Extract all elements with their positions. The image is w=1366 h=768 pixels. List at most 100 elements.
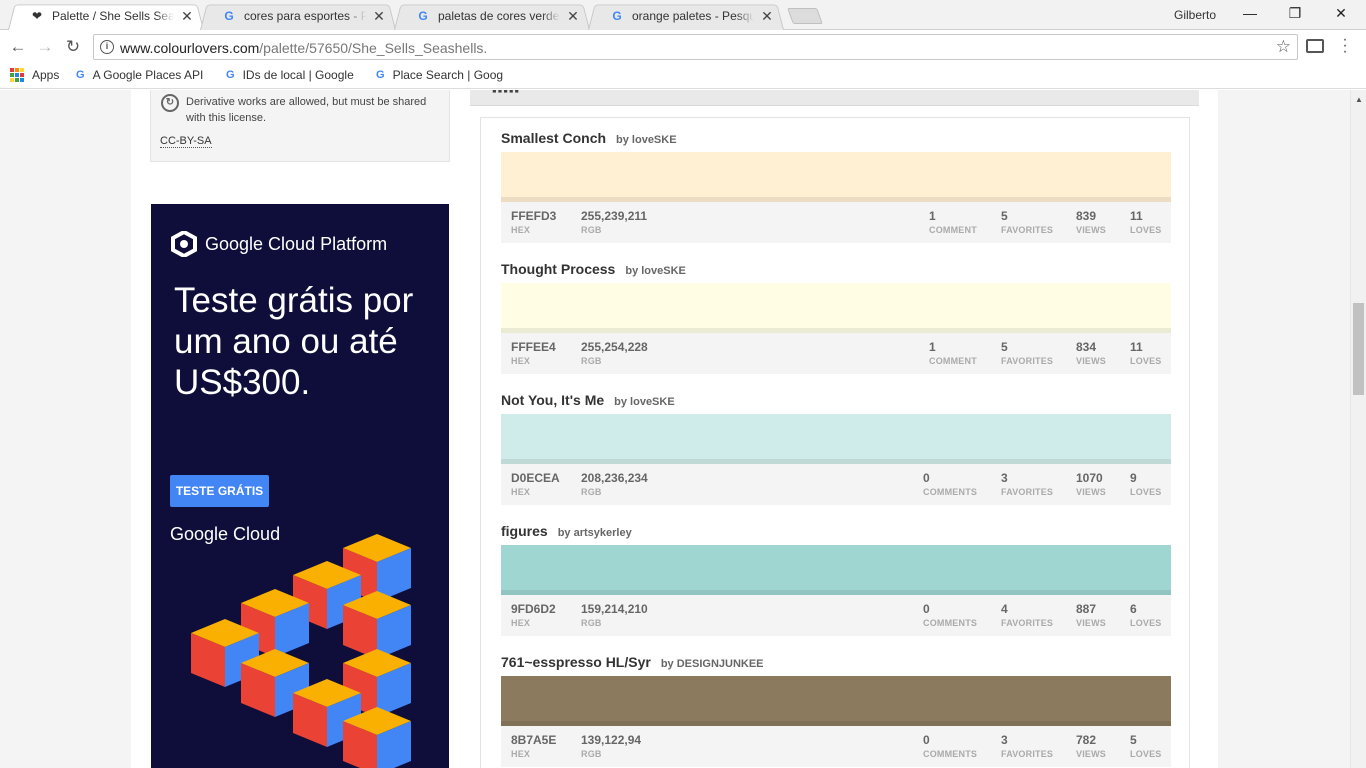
google-icon: G: [376, 69, 385, 81]
comments-value: 1: [929, 209, 936, 223]
loves-label: LOVES: [1130, 225, 1162, 235]
color-stats: D0ECEA HEX 208,236,234 RGB 0 COMMENTS 3 FAVO…: [501, 464, 1171, 505]
color-item[interactable]: Not You, It's Me by loveSKE D0ECEA HEX 20…: [501, 392, 1171, 505]
close-icon[interactable]: ✕: [566, 8, 580, 25]
colors-section-header: ▪▪▪▪▪: [470, 90, 1199, 106]
color-author-link[interactable]: by DESIGNJUNKEE: [661, 658, 764, 670]
loves-label: LOVES: [1130, 487, 1162, 497]
google-icon: G: [76, 69, 85, 81]
bookmarks-bar: Apps G A Google Places API V G IDs de lo…: [0, 63, 1366, 89]
section-title-clipped: ▪▪▪▪▪: [492, 90, 521, 98]
scroll-up-icon[interactable]: ▲: [1355, 95, 1363, 104]
minimize-icon[interactable]: —: [1240, 5, 1260, 21]
loves-label: LOVES: [1130, 356, 1162, 366]
cast-icon[interactable]: [1306, 39, 1324, 53]
google-icon: G: [224, 9, 234, 23]
address-bar[interactable]: i www.colourlovers.com/palette/57650/She…: [93, 34, 1298, 60]
forward-icon[interactable]: →: [34, 36, 56, 58]
color-swatch[interactable]: [501, 545, 1171, 595]
tab-title: paletas de cores verdes - Pesquisa Googl…: [438, 9, 560, 23]
apps-grid-icon: [10, 68, 24, 82]
views-label: VIEWS: [1076, 487, 1107, 497]
color-swatch[interactable]: [501, 676, 1171, 726]
favorites-value: 3: [1001, 471, 1008, 485]
views-value: 839: [1076, 209, 1097, 223]
reload-icon[interactable]: ↻: [62, 36, 84, 58]
rgb-value: 208,236,234: [581, 471, 648, 485]
loves-value: 6: [1130, 602, 1137, 616]
color-swatch[interactable]: [501, 283, 1171, 333]
color-author-link[interactable]: by loveSKE: [614, 396, 675, 408]
bookmark-place-search[interactable]: G Place Search | Goog: [376, 68, 510, 82]
tab-orange-paletes[interactable]: G orange paletes - Pesquisa Google ✕: [588, 2, 784, 31]
close-icon[interactable]: ✕: [372, 8, 386, 25]
color-author-link[interactable]: by artsykerley: [558, 527, 632, 539]
loves-label: LOVES: [1130, 749, 1162, 759]
tab-palette[interactable]: ❤ Palette / She Sells Seashells ✕: [8, 2, 204, 31]
hex-label: HEX: [511, 225, 531, 235]
restore-icon[interactable]: ❐: [1285, 5, 1305, 22]
color-author-link[interactable]: by loveSKE: [616, 134, 677, 146]
hex-value: 9FD6D2: [511, 602, 556, 616]
ad-brand: Google Cloud Platform: [205, 233, 388, 254]
color-name-link[interactable]: Smallest Conch: [501, 130, 606, 146]
close-icon[interactable]: ✕: [760, 8, 774, 25]
comments-value: 1: [929, 340, 936, 354]
favorites-value: 4: [1001, 602, 1008, 616]
color-item[interactable]: figures by artsykerley 9FD6D2 HEX 159,214…: [501, 523, 1171, 636]
google-cloud-ad[interactable]: Google Cloud Platform Teste grátis por u…: [151, 204, 449, 768]
colors-list: Smallest Conch by loveSKE FFEFD3 HEX 255,…: [480, 117, 1190, 768]
hex-label: HEX: [511, 487, 531, 497]
cubes-illustration: [191, 534, 411, 768]
rgb-label: RGB: [581, 618, 602, 628]
comments-value: 0: [923, 602, 930, 616]
comments-label: COMMENTS: [923, 749, 978, 759]
page-viewport: ↻ Derivative works are allowed, but must…: [0, 90, 1350, 768]
bookmark-label: Place Search | Goog: [392, 68, 504, 82]
ad-cta-button[interactable]: TESTE GRÁTIS: [170, 475, 269, 507]
info-icon[interactable]: i: [100, 40, 114, 54]
close-icon[interactable]: ✕: [180, 8, 194, 25]
tab-title: Palette / She Sells Seashells: [52, 9, 174, 23]
rgb-value: 255,254,228: [581, 340, 648, 354]
color-item[interactable]: 761~esspresso HL/Syr by DESIGNJUNKEE 8B7…: [501, 654, 1171, 767]
menu-icon[interactable]: · · ·: [1340, 32, 1350, 60]
color-author-link[interactable]: by loveSKE: [625, 265, 686, 277]
color-item[interactable]: Smallest Conch by loveSKE FFEFD3 HEX 255,…: [501, 130, 1171, 243]
color-name-link[interactable]: 761~esspresso HL/Syr: [501, 654, 651, 670]
tab-paletas-verdes[interactable]: G paletas de cores verdes - Pesquisa Goo…: [394, 2, 590, 31]
favorites-label: FAVORITES: [1001, 749, 1054, 759]
views-label: VIEWS: [1076, 749, 1107, 759]
page-scrollbar[interactable]: ▲: [1350, 90, 1366, 768]
color-item[interactable]: Thought Process by loveSKE FFFEE4 HEX 255…: [501, 261, 1171, 374]
color-name-link[interactable]: figures: [501, 523, 548, 539]
bookmark-star-icon[interactable]: ☆: [1276, 37, 1291, 57]
url-text[interactable]: www.colourlovers.com/palette/57650/She_S…: [120, 40, 487, 56]
tab-cores-esportes[interactable]: G cores para esportes - Pesquisa Google …: [200, 2, 396, 31]
color-swatch[interactable]: [501, 414, 1171, 464]
bookmark-places-api[interactable]: G A Google Places API V: [76, 68, 206, 82]
new-tab-button[interactable]: [787, 8, 823, 24]
views-value: 834: [1076, 340, 1097, 354]
back-icon[interactable]: ←: [7, 36, 29, 58]
scrollbar-thumb[interactable]: [1353, 303, 1364, 395]
hex-value: D0ECEA: [511, 471, 560, 485]
color-name-link[interactable]: Not You, It's Me: [501, 392, 604, 408]
hex-label: HEX: [511, 618, 531, 628]
comments-label: COMMENTS: [923, 487, 978, 497]
color-stats: FFEFD3 HEX 255,239,211 RGB 1 COMMENT 5 FAVOR…: [501, 202, 1171, 243]
color-name-link[interactable]: Thought Process: [501, 261, 615, 277]
close-window-icon[interactable]: ✕: [1331, 5, 1351, 22]
comments-label: COMMENTS: [923, 618, 978, 628]
bookmark-ids-local[interactable]: G IDs de local | Google: [226, 68, 361, 82]
rgb-value: 159,214,210: [581, 602, 648, 616]
profile-name[interactable]: Gilberto: [1174, 8, 1216, 22]
views-label: VIEWS: [1076, 356, 1107, 366]
favorites-label: FAVORITES: [1001, 356, 1054, 366]
color-swatch[interactable]: [501, 152, 1171, 202]
views-label: VIEWS: [1076, 618, 1107, 628]
hex-label: HEX: [511, 356, 531, 366]
color-stats: 9FD6D2 HEX 159,214,210 RGB 0 COMMENTS 4 FAVO…: [501, 595, 1171, 636]
license-code-link[interactable]: CC-BY-SA: [160, 135, 212, 148]
bookmark-apps[interactable]: Apps: [10, 68, 59, 82]
